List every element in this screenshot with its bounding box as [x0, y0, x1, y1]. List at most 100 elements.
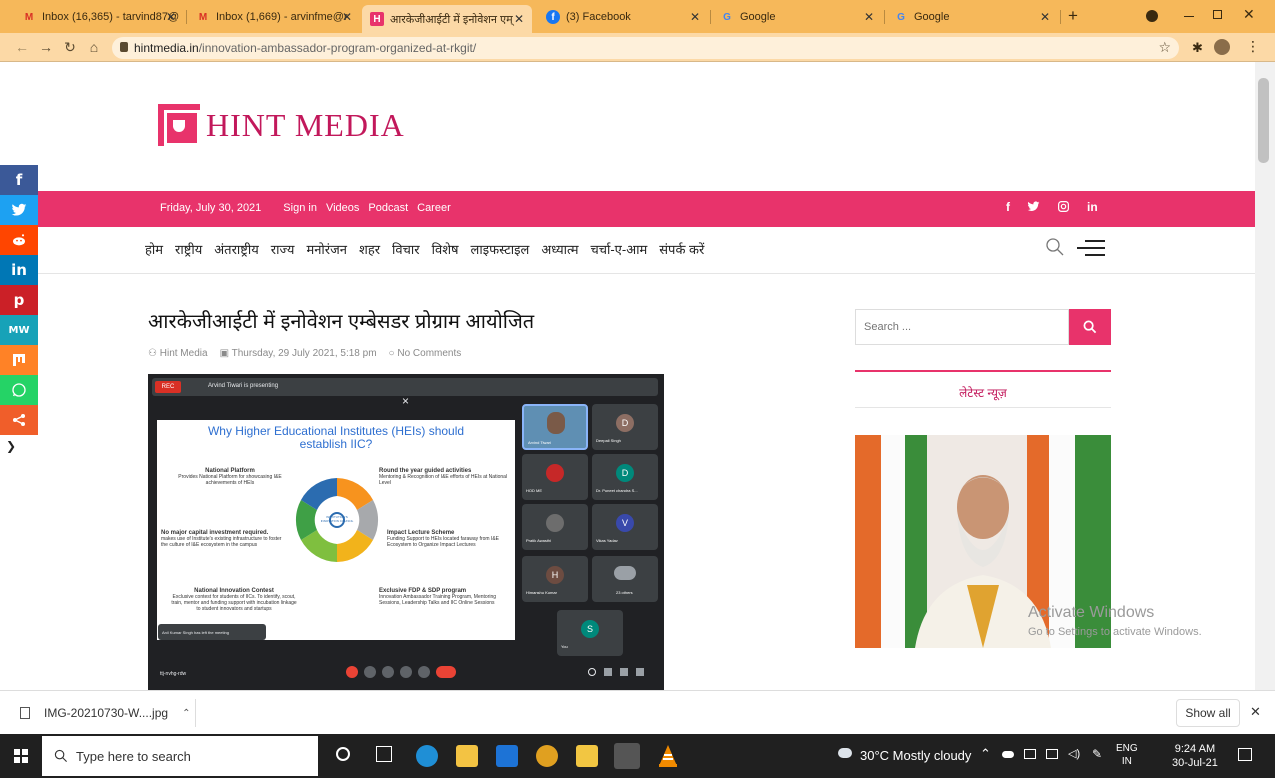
- taskbar-search[interactable]: Type here to search: [42, 736, 318, 776]
- article-author[interactable]: Hint Media: [160, 348, 208, 359]
- mix-share-icon[interactable]: [0, 345, 38, 375]
- twitter-icon[interactable]: [1027, 200, 1040, 213]
- page-scrollbar[interactable]: [1255, 62, 1275, 690]
- participant-avatar: [614, 566, 636, 580]
- reddit-share-icon[interactable]: [0, 225, 38, 255]
- tab-gmail-2[interactable]: M Inbox (1,669) - arvinfme@r ✕: [188, 5, 360, 29]
- reload-icon[interactable]: ↻: [60, 37, 80, 57]
- podcast-link[interactable]: Podcast: [368, 202, 408, 214]
- menu-item-contact[interactable]: संपर्क करें: [659, 240, 704, 258]
- back-icon[interactable]: ←: [12, 37, 32, 57]
- sidebar-search-button[interactable]: [1069, 309, 1111, 345]
- whatsapp-share-icon[interactable]: [0, 375, 38, 405]
- more-share-icon[interactable]: [0, 405, 38, 435]
- article-comments[interactable]: No Comments: [397, 348, 461, 359]
- participant-avatar: [546, 464, 564, 482]
- pinterest-share-icon[interactable]: p: [0, 285, 38, 315]
- search-icon[interactable]: [1045, 237, 1065, 257]
- language-indicator[interactable]: ENG IN: [1116, 742, 1138, 768]
- main-menu: होम राष्ट्रीय अंतराष्ट्रीय राज्य मनोरंजन…: [145, 240, 704, 258]
- scrollbar-thumb[interactable]: [1258, 78, 1269, 163]
- store-icon[interactable]: [456, 745, 478, 767]
- sidebar-search-input[interactable]: [856, 310, 1068, 344]
- notification-icon[interactable]: [1238, 748, 1252, 761]
- close-icon[interactable]: ✕: [1040, 10, 1050, 24]
- tab-gmail-1[interactable]: M Inbox (16,365) - tarvind87@ ✕: [14, 5, 184, 29]
- weather-text[interactable]: 30°C Mostly cloudy: [860, 748, 971, 763]
- menu-item-opinion[interactable]: विचार: [392, 240, 420, 258]
- sign-in-link[interactable]: Sign in: [283, 202, 317, 214]
- minimize-icon[interactable]: [1184, 16, 1194, 17]
- instagram-icon[interactable]: [1057, 200, 1070, 213]
- pen-icon[interactable]: ✎: [1092, 747, 1102, 761]
- videos-link[interactable]: Videos: [326, 202, 359, 214]
- tab-hintmedia-active[interactable]: H आरकेजीआईटी में इनोवेशन एम् ✕: [362, 5, 532, 33]
- close-icon[interactable]: ✕: [166, 10, 176, 24]
- menu-item-special[interactable]: विशेष: [432, 240, 459, 258]
- menu-item-home[interactable]: होम: [145, 240, 163, 258]
- site-top-bar: Friday, July 30, 2021 Sign in Videos Pod…: [0, 191, 1255, 227]
- close-download-bar-icon[interactable]: ✕: [1250, 704, 1261, 720]
- linkedin-icon[interactable]: in: [1087, 200, 1098, 214]
- facebook-icon[interactable]: f: [1006, 200, 1010, 214]
- forward-icon[interactable]: →: [36, 37, 56, 57]
- volume-icon[interactable]: ◁): [1068, 747, 1080, 760]
- participant-tile: S You: [557, 610, 623, 656]
- browser-menu-icon[interactable]: ⋮: [1246, 38, 1260, 55]
- article-image[interactable]: REC Arvind Tiwari is presenting × Why Hi…: [148, 374, 664, 690]
- menu-item-spirituality[interactable]: अध्यात्म: [541, 240, 578, 258]
- linkedin-share-icon[interactable]: in: [0, 255, 38, 285]
- chevron-up-icon[interactable]: ⌃: [182, 708, 190, 719]
- vlc-icon[interactable]: [657, 744, 679, 768]
- cortana-icon[interactable]: [336, 747, 350, 761]
- menu-item-city[interactable]: शहर: [359, 240, 380, 258]
- mail-icon[interactable]: [496, 745, 518, 767]
- file-explorer-icon[interactable]: [576, 745, 598, 767]
- menu-item-national[interactable]: राष्ट्रीय: [175, 240, 202, 258]
- chrome-icon[interactable]: [536, 745, 558, 767]
- battery-icon[interactable]: [1024, 749, 1036, 759]
- menu-item-international[interactable]: अंतराष्ट्रीय: [214, 240, 259, 258]
- close-icon[interactable]: ✕: [514, 12, 524, 26]
- windows-start-icon[interactable]: [14, 749, 28, 763]
- participant-name: Pratik Awasthi: [526, 538, 552, 543]
- close-icon[interactable]: ✕: [864, 10, 874, 24]
- close-icon[interactable]: ✕: [342, 10, 352, 24]
- network-icon[interactable]: [1046, 749, 1058, 759]
- bookmark-star-icon[interactable]: ☆: [1158, 39, 1171, 56]
- profile-avatar-icon[interactable]: [1214, 39, 1230, 55]
- hamburger-menu-icon[interactable]: [1077, 240, 1105, 256]
- participant-avatar: V: [616, 514, 634, 532]
- tray-chevron-icon[interactable]: ⌃: [980, 746, 991, 762]
- facebook-share-icon[interactable]: f: [0, 165, 38, 195]
- mewe-share-icon[interactable]: MW: [0, 315, 38, 345]
- url-text: hintmedia.in/innovation-ambassador-progr…: [134, 41, 477, 55]
- tab-facebook[interactable]: f (3) Facebook ✕: [538, 5, 708, 29]
- tab-google-2[interactable]: G Google ✕: [886, 5, 1058, 29]
- profile-indicator-icon[interactable]: [1146, 10, 1158, 22]
- close-icon[interactable]: ✕: [690, 10, 700, 24]
- menu-item-lifestyle[interactable]: लाइफस्टाइल: [471, 240, 530, 258]
- chrome-active-icon[interactable]: [614, 743, 640, 769]
- menu-item-charcha[interactable]: चर्चा-ए-आम: [590, 240, 647, 258]
- new-tab-button[interactable]: +: [1068, 6, 1078, 26]
- show-all-button[interactable]: Show all: [1176, 699, 1240, 727]
- clock[interactable]: 9:24 AM 30-Jul-21: [1172, 742, 1218, 770]
- twitter-share-icon[interactable]: [0, 195, 38, 225]
- onedrive-icon[interactable]: [1002, 751, 1014, 758]
- career-link[interactable]: Career: [417, 202, 451, 214]
- address-bar[interactable]: hintmedia.in/innovation-ambassador-progr…: [112, 37, 1179, 59]
- close-window-icon[interactable]: ✕: [1243, 6, 1255, 23]
- menu-item-state[interactable]: राज्य: [271, 240, 295, 258]
- menu-item-entertainment[interactable]: मनोरंजन: [306, 240, 347, 258]
- home-icon[interactable]: ⌂: [84, 37, 104, 57]
- site-logo[interactable]: HINT MEDIA: [158, 104, 405, 146]
- tab-google-1[interactable]: G Google ✕: [712, 5, 882, 29]
- restore-icon[interactable]: [1213, 10, 1222, 19]
- edge-icon[interactable]: [416, 745, 438, 767]
- extensions-puzzle-icon[interactable]: ✱: [1192, 40, 1203, 56]
- participant-tile: H Himanshu Kumar: [522, 556, 588, 602]
- download-item[interactable]: IMG-20210730-W....jpg ⌃: [10, 699, 196, 727]
- task-view-icon[interactable]: [376, 746, 392, 762]
- collapse-share-icon[interactable]: ❯: [0, 435, 38, 455]
